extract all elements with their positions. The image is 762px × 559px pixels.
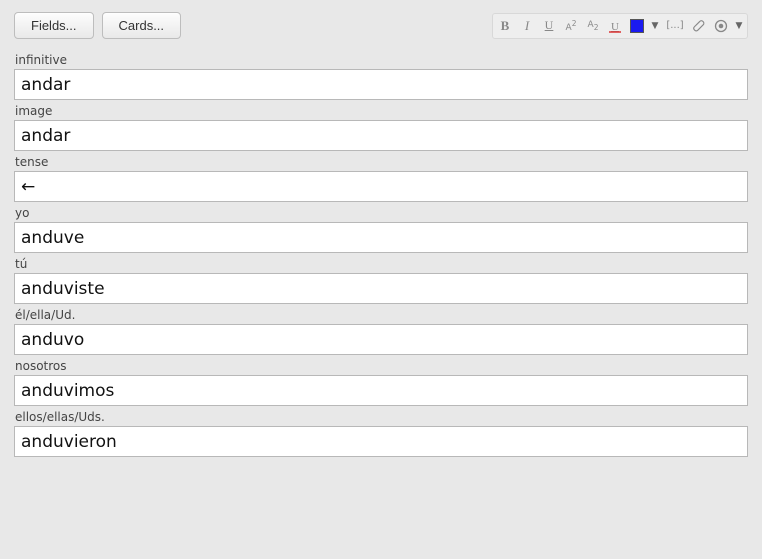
field-label: nosotros <box>14 359 748 373</box>
bold-icon: B <box>501 18 510 34</box>
remove-format-button[interactable]: U <box>604 15 626 37</box>
bold-button[interactable]: B <box>494 15 516 37</box>
field-input[interactable] <box>14 426 748 457</box>
subscript-button[interactable]: A2 <box>582 15 604 37</box>
field-input[interactable] <box>14 375 748 406</box>
fields-area: infinitive image tense yo tú él/ella/Ud. nosot… <box>0 53 762 471</box>
paperclip-icon <box>692 19 706 33</box>
fields-button[interactable]: Fields... <box>14 12 94 39</box>
field-input[interactable] <box>14 171 748 202</box>
field-label: tense <box>14 155 748 169</box>
italic-icon: I <box>525 18 529 34</box>
record-icon <box>714 19 728 33</box>
field-label: yo <box>14 206 748 220</box>
eraser-icon: U <box>608 19 622 33</box>
chevron-down-icon: ▼ <box>652 21 659 31</box>
field-label: tú <box>14 257 748 271</box>
top-bar: Fields... Cards... B I U A2 A2 U ▼ [...] <box>0 0 762 49</box>
field-label: infinitive <box>14 53 748 67</box>
cards-button[interactable]: Cards... <box>102 12 182 39</box>
attach-button[interactable] <box>688 15 710 37</box>
field-input[interactable] <box>14 324 748 355</box>
cloze-icon: [...] <box>666 20 683 31</box>
field-input[interactable] <box>14 273 748 304</box>
field-input[interactable] <box>14 120 748 151</box>
italic-button[interactable]: I <box>516 15 538 37</box>
field-label: él/ella/Ud. <box>14 308 748 322</box>
format-toolbar: B I U A2 A2 U ▼ [...] <box>492 13 748 39</box>
superscript-button[interactable]: A2 <box>560 15 582 37</box>
field-input[interactable] <box>14 69 748 100</box>
underline-icon: U <box>545 18 554 33</box>
field-label: ellos/ellas/Uds. <box>14 410 748 424</box>
color-swatch-icon <box>630 19 644 33</box>
color-dropdown-button[interactable]: ▼ <box>648 15 662 37</box>
underline-button[interactable]: U <box>538 15 560 37</box>
superscript-icon: A2 <box>566 19 577 33</box>
subscript-icon: A2 <box>588 20 599 32</box>
more-button[interactable]: ▼ <box>732 15 746 37</box>
record-button[interactable] <box>710 15 732 37</box>
field-label: image <box>14 104 748 118</box>
chevron-down-icon: ▼ <box>736 21 743 31</box>
svg-text:U: U <box>611 21 619 33</box>
text-color-button[interactable] <box>626 15 648 37</box>
cloze-button[interactable]: [...] <box>662 15 688 37</box>
field-input[interactable] <box>14 222 748 253</box>
